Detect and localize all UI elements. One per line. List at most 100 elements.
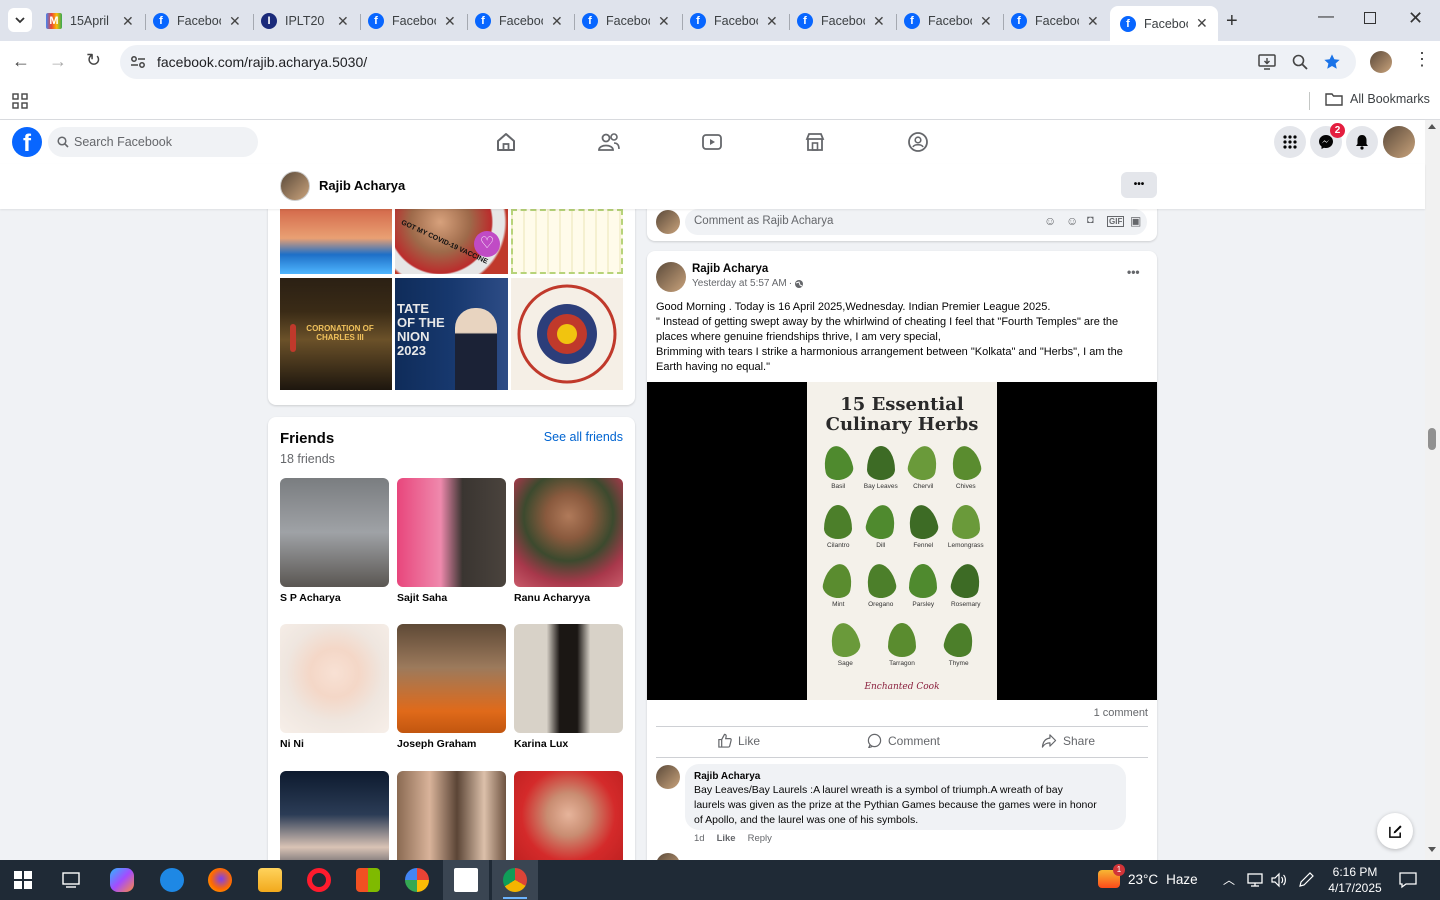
comment-author-avatar[interactable] [656,765,680,789]
close-tab-icon[interactable]: ✕ [1196,15,1208,32]
browser-tab[interactable]: f Facebook ✕ [368,6,456,36]
notifications-button[interactable] [1346,126,1378,158]
new-message-button[interactable] [1377,813,1413,849]
herbs-infographic[interactable]: 15 Essential Culinary Herbs Basil Bay Lea… [807,382,997,700]
new-tab-button[interactable]: + [1226,10,1238,33]
friend-name[interactable]: Sajit Saha [397,592,506,604]
forward-button[interactable]: → [49,51,67,72]
camera-icon[interactable]: ◘ [1087,214,1094,226]
post-author-name[interactable]: Rajib Acharya [692,263,768,275]
friends-title[interactable]: Friends [280,430,334,447]
browser-tab[interactable]: f Facebook ✕ [153,6,241,36]
friend-photo[interactable] [514,624,623,733]
profile-name[interactable]: Rajib Acharya [319,178,405,193]
apps-grid-icon[interactable] [12,93,28,109]
volume-icon[interactable] [1270,872,1288,888]
emoji-icon[interactable]: ☺ [1066,214,1078,228]
account-avatar[interactable] [1383,126,1415,158]
zoom-icon[interactable] [1292,54,1308,70]
comment-like-button[interactable]: Like [717,833,736,844]
friend-photo[interactable] [397,478,506,587]
video-nav-icon[interactable] [698,128,726,156]
photo-tile-4[interactable]: CORONATION OF CHARLES III [280,278,392,390]
close-tab-icon[interactable]: ✕ [873,13,885,30]
friend-tile[interactable]: Joseph Graham [397,624,506,750]
opera-icon[interactable] [307,868,331,892]
firefox-icon[interactable] [208,868,232,892]
comment-age[interactable]: 1d [694,833,705,844]
friend-photo[interactable] [280,624,389,733]
minimize-button[interactable]: — [1318,8,1334,26]
chrome-icon[interactable] [503,868,527,892]
friend-photo[interactable] [397,771,506,860]
friend-tile[interactable]: Ranu Acharyya [514,478,623,604]
friend-tile[interactable]: Ni Ni [280,624,389,750]
friend-tile[interactable]: Sajit Saha [397,478,506,604]
comment-count[interactable]: 1 comment [1094,707,1148,719]
all-bookmarks-button[interactable]: All Bookmarks [1325,92,1430,106]
composer-avatar-sticker-icon[interactable]: ☺ [1044,214,1056,228]
friends-nav-icon[interactable] [595,128,623,156]
post-media[interactable]: 15 Essential Culinary Herbs Basil Bay Lea… [647,382,1157,700]
close-tab-icon[interactable]: ✕ [337,13,349,30]
facebook-logo-icon[interactable]: f [12,127,42,157]
reload-button[interactable]: ↻ [86,50,101,71]
post-author-avatar[interactable] [656,262,686,292]
scroll-down-arrow[interactable] [1428,847,1436,852]
site-info-icon[interactable] [130,55,146,69]
browser-tab[interactable]: f Facebook ✕ [690,6,778,36]
facebook-search-box[interactable] [48,127,258,157]
close-tab-icon[interactable]: ✕ [1087,13,1099,30]
photo-tile-6[interactable] [511,278,623,390]
browser-tab[interactable]: I IPLT20 ✕ [261,6,349,36]
friend-tile[interactable] [397,771,506,860]
pen-icon[interactable] [1297,871,1315,889]
tab-search-button[interactable] [8,8,32,32]
see-all-friends-link[interactable]: See all friends [544,430,623,444]
post-timestamp[interactable]: Yesterday at 5:57 AM [692,278,787,289]
scroll-up-arrow[interactable] [1428,124,1436,129]
comment-button[interactable]: Comment [867,733,940,748]
close-tab-icon[interactable]: ✕ [551,13,563,30]
share-button[interactable]: Share [1041,733,1095,748]
post-options-button[interactable]: ••• [1127,265,1140,279]
browser-tab[interactable]: f Facebook ✕ [1011,6,1099,36]
notepad-icon[interactable] [454,868,478,892]
groups-nav-icon[interactable] [904,128,932,156]
scrollbar-thumb[interactable] [1428,428,1436,450]
copilot-icon[interactable] [110,868,134,892]
friend-photo[interactable] [514,771,623,860]
like-button[interactable]: Like [717,733,760,748]
search-input[interactable] [74,127,254,157]
system-clock[interactable]: 6:16 PM 4/17/2025 [1320,864,1390,896]
friend-name[interactable]: Ni Ni [280,738,389,750]
profile-more-button[interactable]: ••• [1121,172,1157,198]
close-tab-icon[interactable]: ✕ [229,13,241,30]
friend-photo[interactable] [397,624,506,733]
profile-avatar[interactable] [280,171,310,201]
photo-tile-1[interactable] [280,209,392,274]
browser-tab[interactable]: f Facebook ✕ [475,6,563,36]
menu-grid-button[interactable] [1274,126,1306,158]
home-icon[interactable] [492,128,520,156]
photo-tile-5[interactable]: TATE OF THE NION 2023 [395,278,508,390]
back-button[interactable]: ← [12,51,30,72]
comment-composer[interactable]: Comment as Rajib Acharya ☺ ☺ ◘ GIF ▣ [685,209,1147,235]
notification-center-icon[interactable] [1398,871,1418,889]
microsoft-store-icon[interactable] [356,868,380,892]
close-tab-icon[interactable]: ✕ [980,13,992,30]
close-tab-icon[interactable]: ✕ [766,13,778,30]
close-tab-icon[interactable]: ✕ [444,13,456,30]
google-icon[interactable] [405,868,429,892]
friend-name[interactable]: S P Acharya [280,592,389,604]
photo-tile-3[interactable] [511,209,623,274]
comment-author-name[interactable]: Rajib Acharya [694,771,760,782]
network-icon[interactable] [1246,872,1264,888]
friend-tile[interactable]: S P Acharya [280,478,389,604]
browser-tab[interactable]: M 15April ✕ [46,6,134,36]
gif-icon[interactable]: GIF [1107,216,1125,227]
browser-menu-button[interactable]: ⋮ [1413,50,1431,68]
friend-photo[interactable] [280,771,389,860]
browser-tab[interactable]: f Facebook ✕ [582,6,670,36]
bookmark-star-icon[interactable] [1323,53,1341,71]
